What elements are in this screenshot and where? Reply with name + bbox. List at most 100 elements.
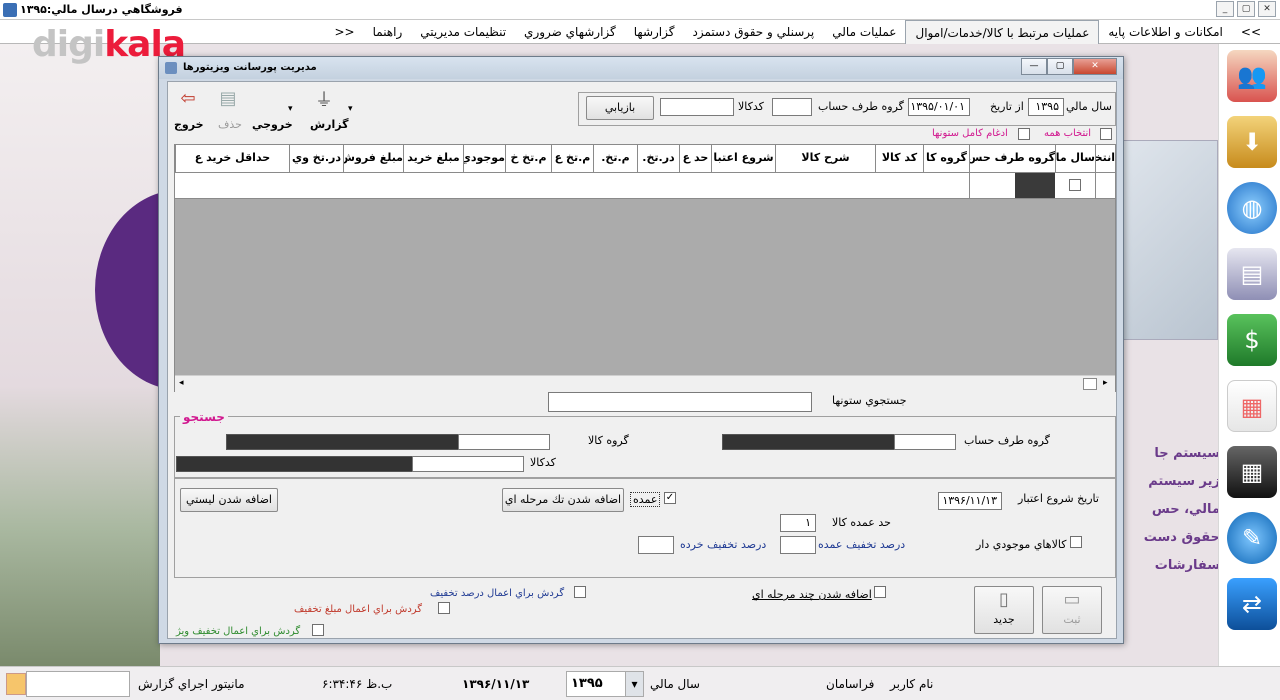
maximize-button[interactable]: ▢	[1237, 1, 1255, 17]
menu-item-forward[interactable]: >>	[325, 20, 363, 44]
download-box-icon[interactable]: ⬇	[1227, 116, 1277, 168]
shortcut-bar: 👥 ⬇ ◍ ▤ $ ▦ ▦ ✎ ⇄	[1218, 44, 1280, 666]
col-purchase-amount[interactable]: مبلغ خريد	[403, 145, 463, 173]
col-item-group[interactable]: گروه كا	[923, 145, 969, 173]
col-wholesale-limit[interactable]: حد ع	[679, 145, 711, 173]
money-icon[interactable]: $	[1227, 314, 1277, 366]
merge-columns-checkbox[interactable]	[1018, 128, 1030, 140]
col-min-wholesale[interactable]: حداقل خريد ع	[175, 145, 289, 173]
col-item-code[interactable]: كد كالا	[875, 145, 923, 173]
search-account-group-code[interactable]	[722, 434, 896, 450]
add-list-button[interactable]: اضافه شدن ليستي	[180, 488, 278, 512]
commission-grid[interactable]: انتخاب سال ما گروه طرف حس گروه كا كد كال…	[174, 144, 1116, 392]
item-code-input[interactable]	[660, 98, 734, 116]
rotate-discount-percent-label: گردش براي اعمال درصد تخفيف	[430, 588, 565, 599]
wholesale-label: عمده	[630, 492, 661, 507]
col-sale-amount[interactable]: مبلغ فروش	[343, 145, 403, 173]
save-button[interactable]: ▭ ثبت	[1042, 586, 1102, 634]
year-label: سال مالي	[1066, 100, 1112, 113]
year-select[interactable]: ۱۳۹۵ ▾	[566, 671, 644, 697]
add-single-stage-button[interactable]: اضافه شدن تك مرحله اي	[502, 488, 624, 512]
messenger-icon[interactable]: ✎	[1227, 512, 1277, 564]
retrieve-button[interactable]: بازيابي	[586, 96, 654, 120]
col-year[interactable]: سال ما	[1055, 145, 1095, 173]
menu-item-help[interactable]: راهنما	[364, 20, 412, 44]
year-input[interactable]: ۱۳۹۵	[1028, 98, 1064, 116]
report-label[interactable]: گزارش	[310, 118, 349, 131]
exit-icon[interactable]: ⇦	[170, 88, 206, 116]
col-stock[interactable]: موجودي	[463, 145, 505, 173]
scroll-left-icon[interactable]: ◂	[179, 378, 184, 388]
rotate-special-discount-checkbox[interactable]	[312, 624, 324, 636]
menu-item-essential-reports[interactable]: گزارشهاي ضروري	[515, 20, 625, 44]
menu-item-goods[interactable]: عمليات مرتبط با كالا/خدمات/اموال	[905, 20, 1100, 44]
col-item-desc[interactable]: شرح كالا	[775, 145, 875, 173]
dialog-close-button[interactable]: ✕	[1073, 58, 1117, 75]
delete-icon[interactable]: ▤	[210, 88, 246, 116]
menu-item-admin-settings[interactable]: تنظيمات مديريتي	[411, 20, 515, 44]
close-button[interactable]: ✕	[1258, 1, 1276, 17]
grid-horizontal-scrollbar[interactable]: ◂ ▸	[175, 375, 1115, 392]
teamviewer-icon[interactable]: ⇄	[1227, 578, 1277, 630]
in-stock-checkbox[interactable]	[1070, 536, 1082, 548]
retail-discount-label: درصد تخفيف خرده	[680, 538, 767, 551]
in-stock-label: كالاهاي موجودي دار	[976, 538, 1067, 551]
scroll-thumb[interactable]	[1083, 378, 1097, 390]
col-discount-2[interactable]: م.تخ.	[593, 145, 637, 173]
users-icon[interactable]: 👥	[1227, 50, 1277, 102]
search-item-code-input[interactable]	[412, 456, 524, 472]
col-account-group[interactable]: گروه طرف حس	[969, 145, 1055, 173]
menu-item-base-info[interactable]: امکانات و اطلاعات پايه	[1099, 20, 1232, 44]
search-item-group-input[interactable]	[458, 434, 550, 450]
wholesale-discount-input[interactable]	[780, 536, 816, 554]
col-discount-wholesale[interactable]: م.تخ ع	[551, 145, 593, 173]
col-discount-retail[interactable]: م.تخ خ	[505, 145, 551, 173]
visitor-commission-dialog: مديريت پورسانت ويزيتورها — ▢ ✕ ⇦ خروج ▤ …	[158, 56, 1124, 644]
dialog-maximize-button[interactable]: ▢	[1047, 58, 1073, 75]
output-label[interactable]: خروجي	[252, 118, 293, 131]
account-group-input[interactable]	[772, 98, 812, 116]
scroll-right-icon[interactable]: ▸	[1103, 378, 1108, 388]
calendar-icon[interactable]	[6, 673, 26, 695]
select-all-checkbox[interactable]	[1100, 128, 1112, 140]
col-discount-1[interactable]: در.تخ.	[637, 145, 679, 173]
row-select-checkbox[interactable]	[1069, 179, 1081, 191]
output-dropdown-icon[interactable]: ▾	[288, 104, 293, 114]
row-year-cell[interactable]	[1015, 173, 1055, 198]
retail-discount-input[interactable]	[638, 536, 674, 554]
multi-stage-checkbox[interactable]	[874, 586, 886, 598]
document-icon[interactable]: ▦	[1227, 380, 1277, 432]
report-filter-icon[interactable]: ⏚	[306, 86, 342, 114]
col-select[interactable]: انتخاب	[1095, 145, 1115, 173]
wholesale-limit-label: حد عمده كالا	[832, 516, 891, 529]
from-date-input[interactable]: ۱۳۹۵/۰۱/۰۱	[908, 98, 970, 116]
delete-label[interactable]: حذف	[218, 118, 242, 131]
start-date-input[interactable]: ۱۳۹۶/۱۱/۱۳	[938, 492, 1002, 510]
search-item-group-code[interactable]	[226, 434, 460, 450]
status-time: ۶:۳۴:۴۶ ب.ظ	[322, 677, 393, 691]
rotate-discount-percent-checkbox[interactable]	[574, 586, 586, 598]
table-row[interactable]	[175, 173, 1115, 199]
exit-label[interactable]: خروج	[174, 118, 204, 131]
col-visitor-percent[interactable]: در.تخ وي	[289, 145, 343, 173]
new-button[interactable]: ▯ جديد	[974, 586, 1034, 634]
search-account-group-input[interactable]	[894, 434, 956, 450]
rotate-discount-amount-checkbox[interactable]	[438, 602, 450, 614]
search-item-code-bar[interactable]	[176, 456, 414, 472]
minimize-button[interactable]: _	[1216, 1, 1234, 17]
wholesale-checkbox[interactable]: ✓	[664, 492, 676, 504]
globe-icon[interactable]: ◍	[1227, 182, 1277, 234]
column-search-input[interactable]	[548, 392, 812, 412]
rotate-discount-amount-label: گردش براي اعمال مبلغ تخفيف	[294, 604, 423, 615]
menu-item-reports[interactable]: گزارشها	[625, 20, 684, 44]
menu-item-payroll[interactable]: پرسنلي و حقوق دستمزد	[683, 20, 823, 44]
report-dropdown-icon[interactable]: ▾	[348, 104, 353, 114]
wholesale-limit-input[interactable]: ۱	[780, 514, 816, 532]
menu-item-finance[interactable]: عمليات مالي	[823, 20, 905, 44]
notebook-icon[interactable]: ▤	[1227, 248, 1277, 300]
dialog-minimize-button[interactable]: —	[1021, 58, 1047, 75]
chevron-down-icon[interactable]: ▾	[625, 672, 643, 696]
calculator-icon[interactable]: ▦	[1227, 446, 1277, 498]
col-start-date[interactable]: شروع اعتبا	[711, 145, 775, 173]
menu-item-back[interactable]: <<	[1232, 20, 1270, 44]
